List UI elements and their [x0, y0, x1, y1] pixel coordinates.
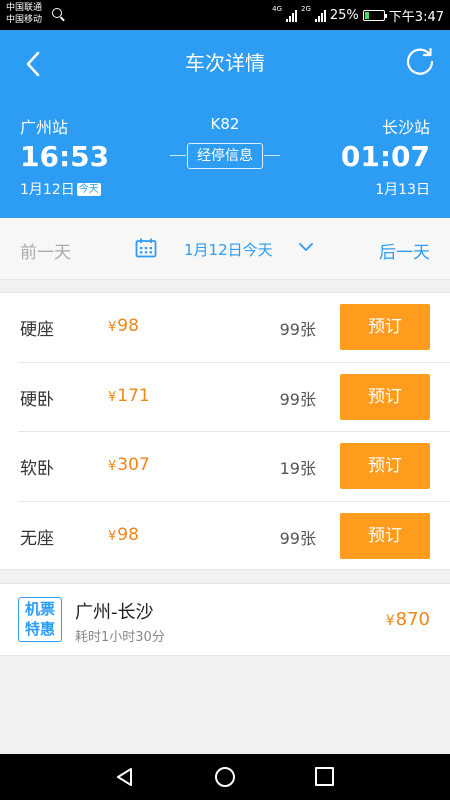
badge-line-2: 特惠: [24, 620, 55, 638]
nav-home-icon[interactable]: [214, 766, 236, 788]
train-header: 车次详情 广州站 K82 长沙站 16:53 经停信息 01:07 1月12日 …: [0, 30, 450, 218]
seat-row: 无座 ¥98 99张 预订: [0, 502, 450, 572]
seat-price: ¥98: [108, 525, 139, 545]
arrival-station: 长沙站: [381, 118, 430, 137]
badge-line-1: 机票: [24, 600, 55, 618]
battery-fill: [364, 12, 370, 19]
price-value: 307: [117, 455, 150, 475]
seat-row: 硬卧 ¥171 99张 预订: [0, 363, 450, 432]
seat-type: 软卧: [20, 459, 54, 479]
book-button[interactable]: 预订: [340, 304, 430, 350]
seat-type: 硬卧: [20, 389, 54, 410]
status-bar: 中国联通 中国移动 4G 2G 25% 下午3:47: [0, 0, 450, 30]
seat-type: 硬座: [20, 320, 54, 340]
flight-deal-card[interactable]: 机票 特惠 广州-长沙 耗时1小时30分 ¥870: [0, 583, 450, 656]
departure-date-text: 1月12日: [20, 182, 75, 198]
status-indicators: 4G 2G 25% 下午3:47: [272, 5, 444, 26]
refresh-icon[interactable]: [404, 46, 436, 78]
today-badge: 今天: [76, 182, 101, 196]
battery-percent: 25%: [329, 8, 359, 23]
flight-price: ¥870: [386, 609, 430, 630]
carrier-1: 中国联通: [6, 3, 43, 13]
price-value: 171: [117, 385, 150, 406]
seat-row: 软卧 ¥307 19张 预订: [0, 432, 450, 502]
flight-deal-badge: 机票 特惠: [18, 597, 62, 642]
date-selector: 前一天 1月12日今天 后一天: [0, 218, 450, 280]
departure-time: 16:53: [20, 140, 110, 173]
flight-duration: 耗时1小时30分: [75, 630, 165, 645]
seat-type: 无座: [20, 528, 54, 549]
network-type-2: 2G: [301, 5, 311, 13]
ticket-count: 99张: [279, 528, 316, 548]
currency-symbol: ¥: [108, 459, 117, 474]
next-day-button[interactable]: 后一天: [379, 238, 430, 263]
price-value: 98: [117, 316, 139, 336]
seat-row: 硬座 ¥98 99张 预订: [0, 293, 450, 363]
currency-symbol: ¥: [108, 528, 117, 544]
signal-1-icon: [286, 9, 297, 22]
stops-info-button[interactable]: 经停信息: [187, 143, 263, 169]
page-title: 车次详情: [185, 51, 265, 75]
flight-route: 广州-长沙: [75, 602, 154, 623]
arrival-time: 01:07: [340, 140, 430, 173]
current-date[interactable]: 1月12日今天: [184, 239, 273, 260]
seat-price: ¥307: [108, 455, 150, 475]
nav-back-icon[interactable]: [114, 766, 136, 788]
ticket-count: 99张: [279, 320, 316, 339]
chevron-down-icon[interactable]: [297, 240, 315, 254]
signal-2-icon: [314, 9, 326, 22]
nav-recent-apps-icon[interactable]: [315, 767, 334, 786]
battery-icon: [362, 10, 387, 21]
system-nav-bar: [0, 754, 450, 800]
book-button[interactable]: 预订: [340, 373, 430, 420]
carrier-2: 中国移动: [6, 15, 43, 25]
seat-price: ¥98: [108, 316, 139, 336]
seat-price: ¥171: [108, 386, 150, 406]
price-value: 870: [395, 609, 430, 630]
price-value: 98: [117, 524, 139, 545]
book-button[interactable]: 预订: [340, 443, 430, 489]
arrival-date: 1月13日: [375, 182, 430, 198]
prev-day-button[interactable]: 前一天: [20, 238, 71, 263]
currency-symbol: ¥: [108, 320, 117, 335]
calendar-icon[interactable]: [135, 238, 157, 258]
clock: 下午3:47: [388, 10, 444, 25]
departure-date: 1月12日 今天: [20, 179, 101, 199]
carrier-names: 中国联通 中国移动: [6, 2, 42, 26]
seat-list: 硬座 ¥98 99张 预订 硬卧 ¥171 99张 预订 软卧 ¥307 19张…: [0, 292, 450, 570]
divider-left: [170, 155, 186, 156]
ticket-count: 99张: [279, 389, 316, 409]
network-type-1: 4G: [272, 5, 282, 13]
divider-right: [264, 155, 280, 156]
search-icon: [52, 8, 62, 18]
currency-symbol: ¥: [108, 389, 117, 405]
stops-info: 经停信息: [170, 143, 280, 169]
currency-symbol: ¥: [385, 613, 395, 629]
book-button[interactable]: 预订: [340, 512, 430, 559]
ticket-count: 19张: [279, 459, 316, 478]
